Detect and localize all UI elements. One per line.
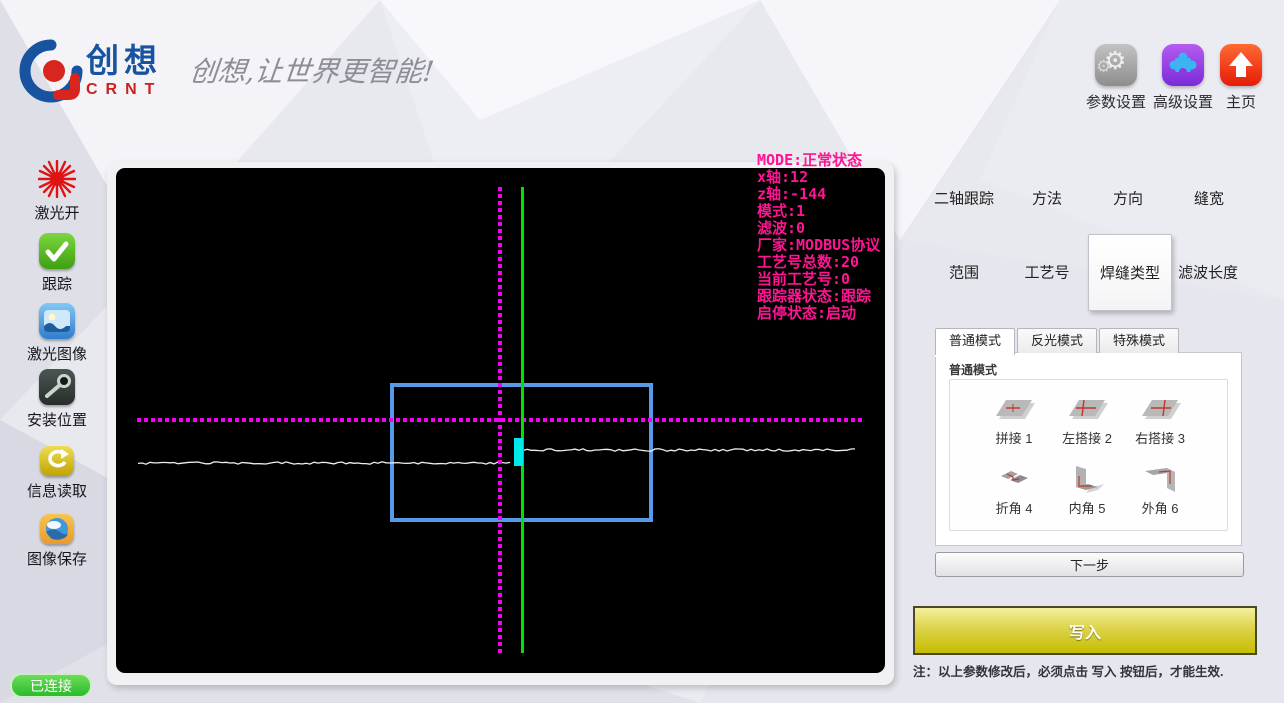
info-read-button[interactable]: 信息读取 <box>11 446 103 501</box>
write-note: 注：以上参数修改后，必须点击 写入 按钮后，才能生效. <box>913 665 1224 679</box>
status-line-run-state: 启停状态:启动 <box>757 304 857 322</box>
status-overlay: MODE:正常状态 x轴:12 z轴:-144 模式:1 滤波:0 厂家:MOD… <box>757 152 880 322</box>
tab-normal-mode[interactable]: 普通模式 <box>935 328 1016 355</box>
home-button[interactable]: 主页 <box>1220 44 1262 112</box>
camera-canvas: MODE:正常状态 x轴:12 z轴:-144 模式:1 滤波:0 厂家:MOD… <box>116 152 885 673</box>
status-line-mode: MODE:正常状态 <box>757 151 863 169</box>
install-position-button[interactable]: 安装位置 <box>11 369 103 430</box>
weld-option-label: 内角 5 <box>1068 501 1106 516</box>
crosshair-vertical-line <box>498 187 502 655</box>
laser-burst-icon <box>38 160 76 198</box>
weld-option-label: 右搭接 3 <box>1135 431 1185 446</box>
weld-option-label: 折角 4 <box>995 501 1033 516</box>
status-line-x-axis: x轴:12 <box>757 168 809 186</box>
weld-option-label: 拼接 1 <box>995 431 1033 446</box>
home-label: 主页 <box>1225 94 1256 111</box>
weld-option-label: 左搭接 2 <box>1062 431 1112 446</box>
status-line-process-current: 当前工艺号:0 <box>757 270 851 288</box>
check-icon <box>39 233 75 269</box>
weld-option-fold-angle[interactable]: 折角 4 <box>977 462 1051 517</box>
advanced-settings-button[interactable]: 高级设置 <box>1153 44 1213 112</box>
menu-item-process-number[interactable]: 工艺号 <box>1024 262 1069 283</box>
right-lap-icon <box>1142 399 1181 419</box>
menu-item-method[interactable]: 方法 <box>1032 188 1062 209</box>
status-line-vendor: 厂家:MODBUS协议 <box>757 236 881 254</box>
info-read-label: 信息读取 <box>26 483 87 500</box>
outer-corner-icon <box>1145 468 1175 492</box>
tab-reflective-mode[interactable]: 反光模式 <box>1017 328 1098 353</box>
mode-tabs: 普通模式 反光模式 特殊模式 <box>935 328 1242 355</box>
tracking-button[interactable]: 跟踪 <box>11 233 103 294</box>
brand-name-cn: 创想 <box>86 42 162 79</box>
brand-name-en: CRNT <box>86 81 163 98</box>
brand-slogan: 创想,让世界更智能! <box>188 55 436 88</box>
image-save-button[interactable]: 图像保存 <box>11 514 103 569</box>
next-step-button[interactable]: 下一步 <box>935 552 1244 577</box>
status-line-filter: 滤波:0 <box>757 219 806 237</box>
laser-on-label: 激光开 <box>34 205 80 222</box>
weld-type-grid: 拼接 1 左搭接 2 右搭接 3 折角 4 内角 5 外角 6 <box>949 379 1228 531</box>
params-settings-label: 参数设置 <box>1086 94 1147 111</box>
inner-corner-icon <box>1076 466 1104 493</box>
weld-option-butt-joint[interactable]: 拼接 1 <box>977 392 1051 447</box>
menu-item-two-axis-tracking[interactable]: 二轴跟踪 <box>934 188 994 209</box>
laser-image-button[interactable]: 激光图像 <box>11 303 103 364</box>
laser-image-label: 激光图像 <box>26 346 87 363</box>
weld-option-inner-corner[interactable]: 内角 5 <box>1050 462 1124 517</box>
menu-item-seam-width[interactable]: 缝宽 <box>1194 188 1224 209</box>
status-line-process-total: 工艺号总数:20 <box>757 253 860 271</box>
menu-item-weld-type-selected[interactable]: 焊缝类型 <box>1088 234 1172 311</box>
menu-item-range[interactable]: 范围 <box>949 262 979 283</box>
puzzle-icon <box>1162 44 1204 86</box>
weld-option-left-lap[interactable]: 左搭接 2 <box>1050 392 1124 447</box>
status-line-tracker-state: 跟踪器状态:跟踪 <box>757 287 872 305</box>
write-button[interactable]: 写入 <box>913 606 1257 655</box>
info-read-icon <box>40 446 74 476</box>
weld-type-group-label: 普通模式 <box>949 363 998 377</box>
brand-name: 创想 CRNT <box>86 44 162 98</box>
tracking-label: 跟踪 <box>41 276 72 293</box>
advanced-settings-label: 高级设置 <box>1153 94 1214 111</box>
gear-icon: ⚙ ⚙ <box>1095 44 1137 86</box>
install-position-icon <box>39 369 75 405</box>
menu-item-direction[interactable]: 方向 <box>1113 188 1143 209</box>
laser-image-icon <box>39 303 75 339</box>
reference-line <box>521 187 524 653</box>
fold-angle-icon <box>1001 471 1028 483</box>
weld-option-label: 外角 6 <box>1141 501 1179 516</box>
crnt-logo <box>19 39 83 103</box>
menu-item-filter-length[interactable]: 滤波长度 <box>1178 262 1238 283</box>
tab-body: 普通模式 拼接 1 左搭接 2 右搭接 3 折角 4 内角 5 外角 6 <box>935 352 1242 546</box>
connection-status-badge: 已连接 <box>10 673 92 698</box>
weld-option-right-lap[interactable]: 右搭接 3 <box>1123 392 1197 447</box>
tab-special-mode[interactable]: 特殊模式 <box>1099 328 1180 353</box>
home-icon <box>1220 44 1262 86</box>
image-save-icon <box>40 514 74 544</box>
status-line-mode-num: 模式:1 <box>757 202 806 220</box>
install-position-label: 安装位置 <box>26 412 87 429</box>
weld-option-outer-corner[interactable]: 外角 6 <box>1123 462 1197 517</box>
laser-on-button[interactable]: 激光开 <box>11 160 103 223</box>
seam-marker <box>514 438 523 466</box>
weld-type-panel: 普通模式 反光模式 特殊模式 普通模式 拼接 1 左搭接 2 右搭接 3 折角 … <box>935 328 1242 546</box>
camera-frame: MODE:正常状态 x轴:12 z轴:-144 模式:1 滤波:0 厂家:MOD… <box>107 152 894 685</box>
status-line-z-axis: z轴:-144 <box>757 185 827 203</box>
params-settings-button[interactable]: ⚙ ⚙ 参数设置 <box>1086 44 1146 112</box>
left-lap-icon <box>1069 399 1108 419</box>
image-save-label: 图像保存 <box>26 551 87 568</box>
butt-joint-icon <box>996 400 1035 419</box>
